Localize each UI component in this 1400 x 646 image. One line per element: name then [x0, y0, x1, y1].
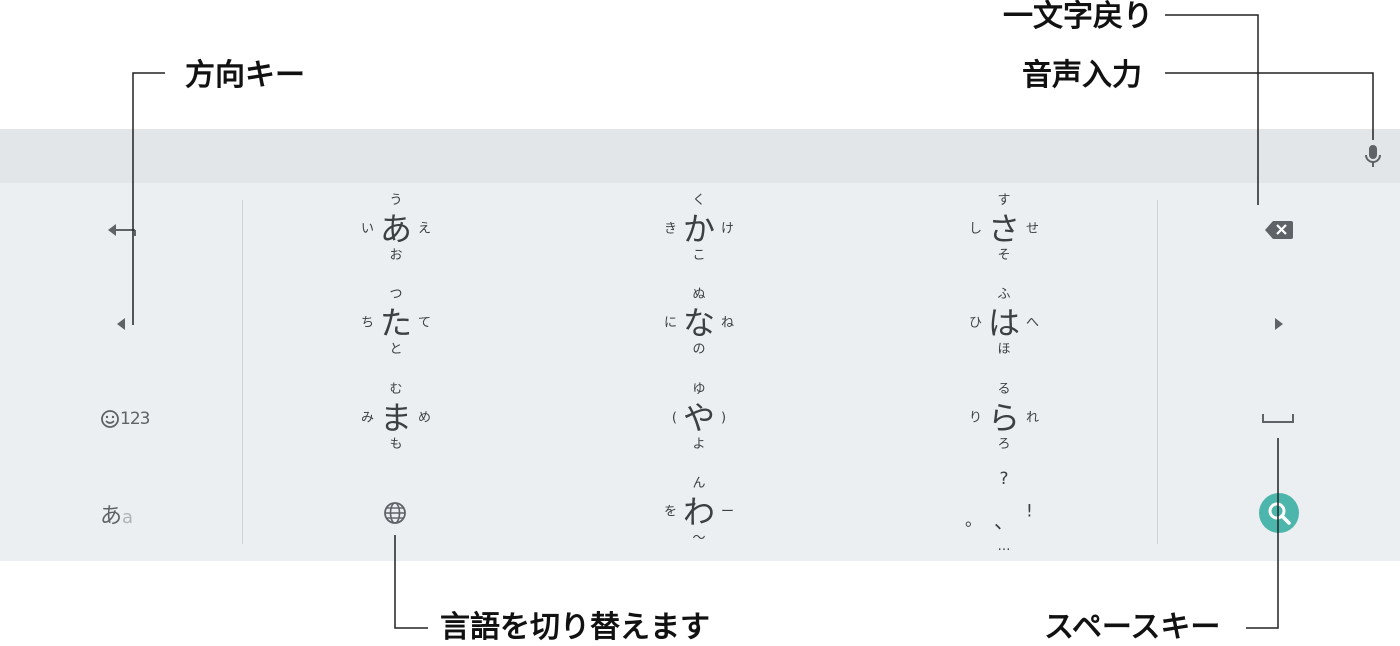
- leader-line-space: [1246, 438, 1279, 629]
- leader-line-backspace: [1165, 14, 1259, 205]
- leader-line-voice: [1165, 72, 1374, 140]
- leader-line-language: [394, 535, 428, 629]
- leader-line-direction: [132, 72, 165, 325]
- callout-leader-lines: [132, 14, 1374, 629]
